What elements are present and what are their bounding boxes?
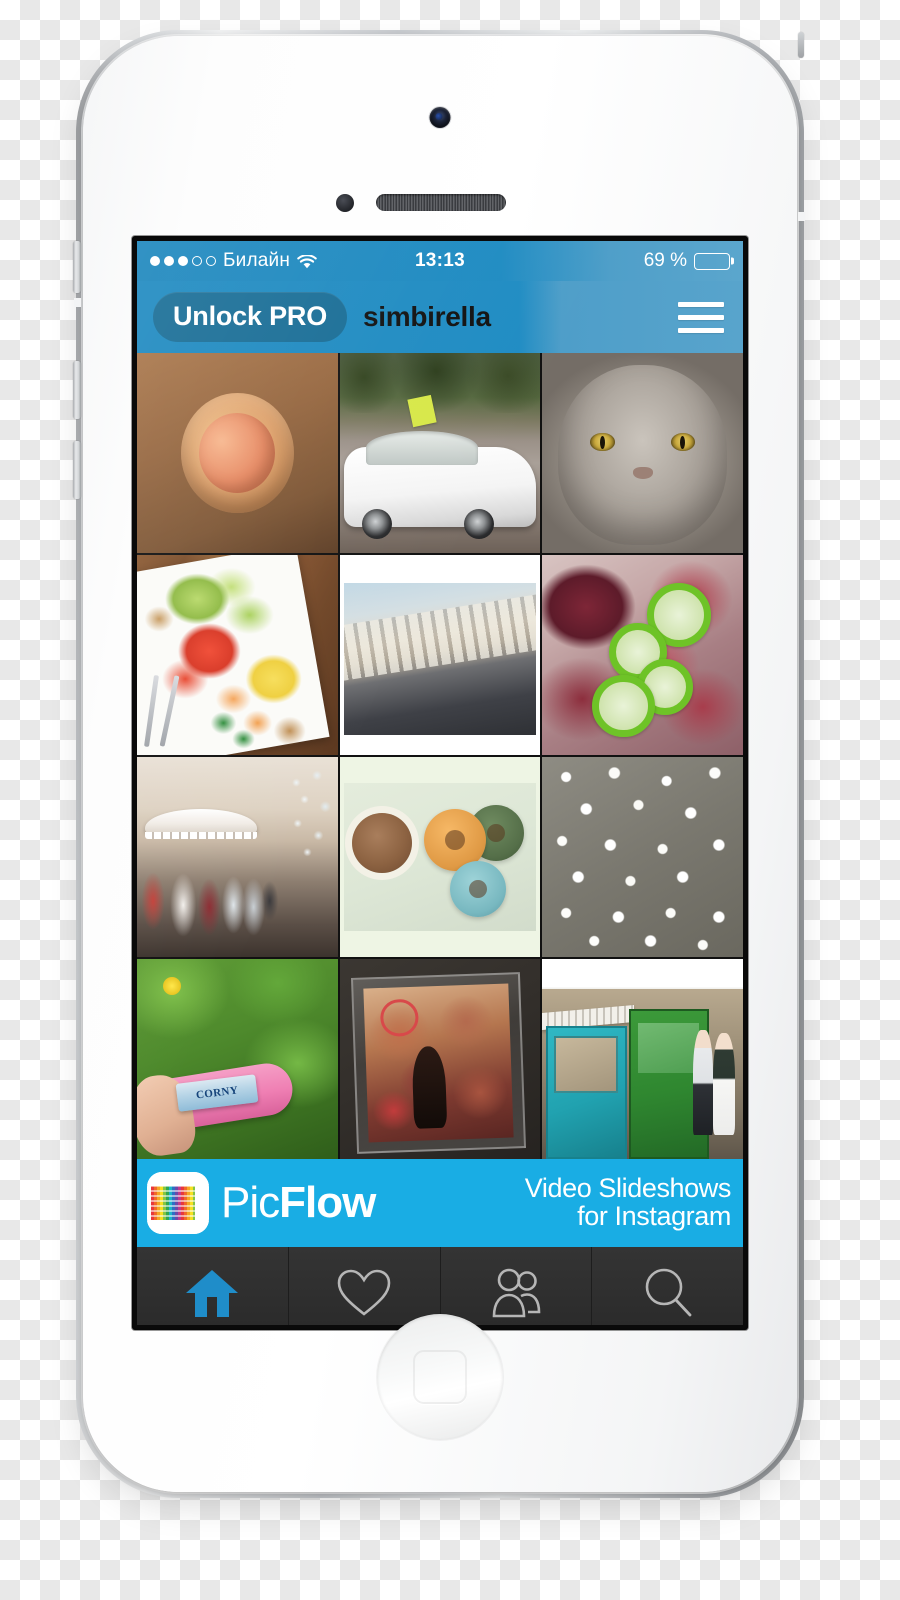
picflow-name: PicFlow — [221, 1178, 376, 1227]
tab-friends[interactable] — [441, 1247, 593, 1325]
antenna-band-right — [798, 212, 805, 221]
status-bar: Билайн 13:13 69 % — [137, 241, 743, 281]
people-icon — [488, 1267, 544, 1319]
tab-search[interactable] — [592, 1247, 743, 1325]
page-title: simbirella — [363, 301, 491, 332]
photo-tile[interactable] — [542, 353, 743, 553]
photo-tile[interactable] — [339, 555, 541, 755]
picflow-name-prefix: Pic — [221, 1178, 280, 1227]
photo-tile[interactable] — [137, 353, 338, 553]
photo-tile[interactable]: CORNY — [137, 959, 338, 1159]
photo-grid: CORNY — [137, 353, 743, 1159]
home-button[interactable] — [377, 1314, 503, 1440]
proximity-sensor-icon — [336, 194, 354, 212]
phone-device: Билайн 13:13 69 % Unlock PRO simbirella … — [73, 30, 805, 1498]
earpiece-speaker — [376, 194, 506, 211]
antenna-band-left — [74, 298, 81, 307]
tab-likes[interactable] — [289, 1247, 441, 1325]
power-button[interactable] — [798, 32, 804, 58]
battery-icon — [694, 252, 734, 270]
home-icon — [184, 1267, 240, 1319]
corny-bar-label: CORNY — [195, 1084, 239, 1102]
photo-tile[interactable] — [542, 555, 743, 755]
photo-tile[interactable] — [137, 757, 338, 957]
status-bar-clock: 13:13 — [414, 250, 466, 271]
screen: Билайн 13:13 69 % Unlock PRO simbirella … — [137, 241, 743, 1325]
photo-tile[interactable] — [339, 959, 541, 1159]
picflow-tagline-line1: Video Slideshows — [524, 1173, 732, 1204]
picflow-name-suffix: Flow — [279, 1178, 376, 1227]
navigation-bar: Unlock PRO simbirella — [137, 281, 743, 353]
photo-tile[interactable] — [542, 757, 743, 957]
photo-tile[interactable] — [137, 555, 338, 755]
picflow-tagline-line2: for Instagram — [577, 1201, 731, 1231]
search-icon — [640, 1266, 696, 1320]
picflow-tagline: Video Slideshows for Instagram — [524, 1173, 732, 1231]
photo-tile[interactable] — [339, 353, 541, 553]
picflow-logo-icon — [147, 1172, 209, 1234]
volume-down-button[interactable] — [73, 441, 81, 499]
home-button-square-icon — [413, 1350, 467, 1404]
volume-up-button[interactable] — [73, 361, 81, 419]
tab-home[interactable] — [137, 1247, 289, 1325]
front-camera-icon — [429, 107, 451, 128]
hamburger-menu-icon[interactable] — [678, 301, 727, 333]
screen-frame: Билайн 13:13 69 % Unlock PRO simbirella … — [132, 236, 748, 1330]
heart-icon — [336, 1268, 392, 1318]
mute-switch[interactable] — [73, 241, 81, 293]
photo-tile[interactable] — [542, 959, 743, 1159]
picflow-ad-banner[interactable]: PicFlow Video Slideshows for Instagram — [137, 1159, 743, 1247]
photo-tile[interactable] — [339, 757, 541, 957]
unlock-pro-button[interactable]: Unlock PRO — [153, 292, 348, 342]
